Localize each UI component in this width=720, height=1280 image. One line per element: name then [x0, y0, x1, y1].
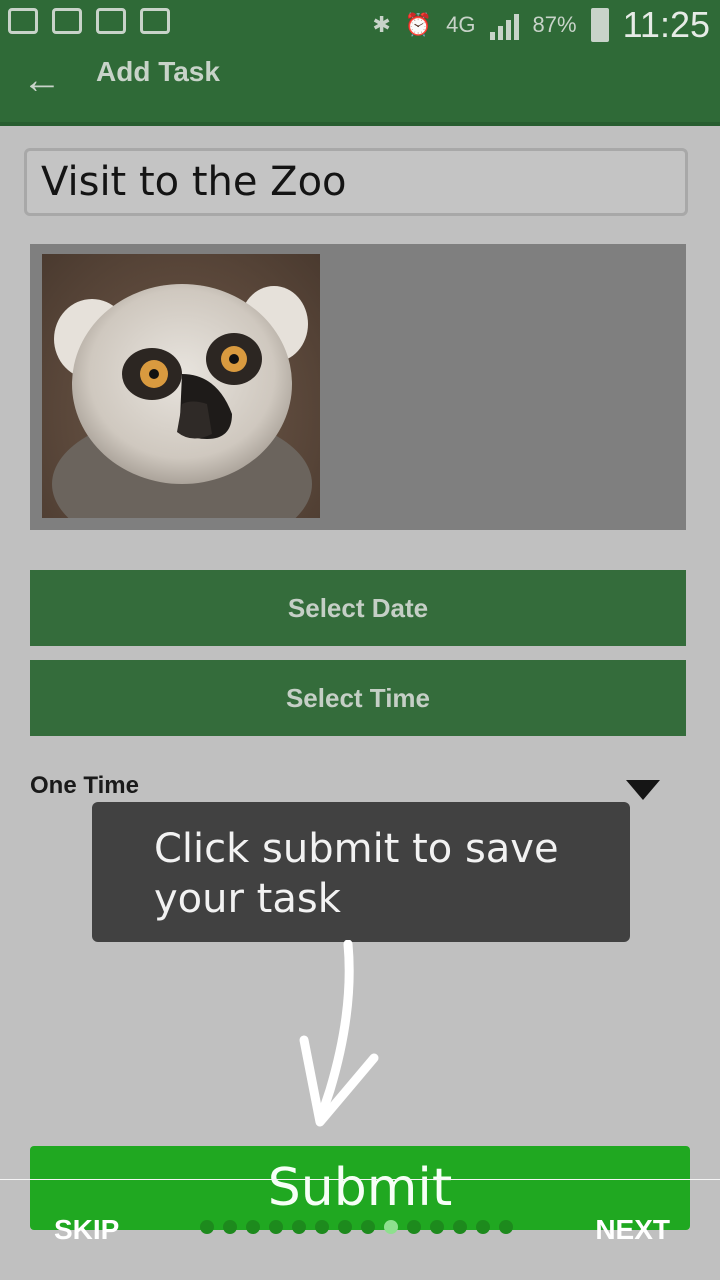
- step-dot: [315, 1220, 329, 1234]
- step-dot: [338, 1220, 352, 1234]
- message-icon: [8, 8, 38, 34]
- submit-button[interactable]: Submit: [30, 1146, 690, 1230]
- step-dot: [200, 1220, 214, 1234]
- battery-percent: 87%: [532, 12, 577, 37]
- step-dot: [407, 1220, 421, 1234]
- status-bar: ✱ ⏰ 4G 87% 11:25: [0, 0, 720, 50]
- bluetooth-icon: ✱: [372, 12, 391, 37]
- lemur-image: [52, 284, 312, 518]
- step-dot: [361, 1220, 375, 1234]
- mail-icon: [52, 8, 82, 34]
- step-dot: [269, 1220, 283, 1234]
- clock: 11:25: [622, 4, 710, 45]
- skip-button[interactable]: SKIP: [54, 1214, 119, 1246]
- task-photo[interactable]: [42, 254, 320, 518]
- app-bar: ← Add Task: [0, 50, 720, 126]
- step-dot: [476, 1220, 490, 1234]
- repeat-spinner-value[interactable]: One Time: [30, 772, 139, 800]
- step-dot: [223, 1220, 237, 1234]
- network-type: 4G: [446, 12, 476, 37]
- notification-icons: [8, 8, 170, 34]
- mail-icon: [140, 8, 170, 34]
- page-title: Add Task: [96, 56, 220, 87]
- dropdown-arrow-icon[interactable]: [626, 780, 660, 800]
- alarm-icon: ⏰: [404, 12, 433, 37]
- tutorial-tooltip: Click submit to save your task: [92, 802, 630, 942]
- select-time-button[interactable]: Select Time: [30, 660, 686, 736]
- step-dot: [453, 1220, 467, 1234]
- battery-icon: [590, 8, 609, 42]
- image-panel[interactable]: [30, 244, 686, 530]
- step-dot: [430, 1220, 444, 1234]
- step-dot: [246, 1220, 260, 1234]
- step-indicator: [200, 1220, 513, 1234]
- pointer-arrow-icon: [299, 940, 379, 1127]
- tutorial-divider: [0, 1179, 720, 1180]
- select-date-button[interactable]: Select Date: [30, 570, 686, 646]
- step-dot: [499, 1220, 513, 1234]
- tooltip-text: Click submit to save your task: [154, 826, 559, 922]
- mail-icon: [96, 8, 126, 34]
- back-arrow-icon[interactable]: ←: [22, 60, 62, 100]
- signal-icon: [489, 10, 519, 40]
- step-dot-active: [384, 1220, 398, 1234]
- system-icons: ✱ ⏰ 4G 87% 11:25: [372, 4, 710, 46]
- task-title-input[interactable]: Visit to the Zoo: [24, 148, 688, 216]
- step-dot: [292, 1220, 306, 1234]
- next-button[interactable]: NEXT: [595, 1214, 670, 1246]
